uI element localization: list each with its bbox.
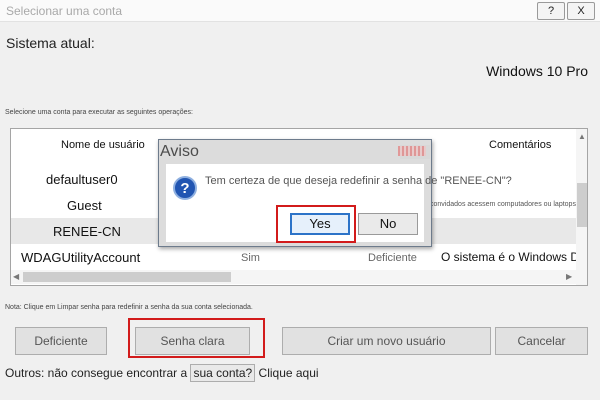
click-here-link[interactable]: Clique aqui (259, 366, 319, 380)
system-label: Sistema atual: (6, 35, 95, 51)
title-bar: Selecionar uma conta ? X (0, 0, 600, 22)
row-username: WDAGUtilityAccount (21, 250, 141, 265)
dialog-message: Tem certeza de que deseja redefinir a se… (205, 175, 512, 187)
row-comment: O sistema é o Windows De... (441, 250, 588, 264)
window-title: Selecionar uma conta (6, 4, 123, 18)
create-user-button[interactable]: Criar um novo usuário (282, 327, 491, 355)
row-username: RENEE-CN (53, 224, 121, 239)
scroll-left-icon[interactable]: ◀ (13, 272, 19, 281)
row-username: defaultuser0 (46, 172, 118, 187)
no-button[interactable]: No (358, 213, 418, 235)
scroll-right-icon[interactable]: ▶ (566, 272, 572, 281)
note-text: Nota: Clique em Limpar senha para redefi… (5, 304, 253, 311)
account-selection-window: Selecionar uma conta ? X Sistema atual: … (0, 0, 600, 400)
column-header-comments[interactable]: Comentários (489, 139, 551, 151)
close-button[interactable]: X (567, 2, 595, 20)
horizontal-scroll-thumb[interactable] (23, 272, 231, 282)
others-row: Outros: não consegue encontrar a sua con… (5, 364, 319, 382)
dialog-title: Aviso (160, 143, 199, 160)
table-row[interactable]: WDAGUtilityAccount Sim Deficiente O sist… (11, 244, 587, 270)
instruction-text: Selecione uma conta para executar as seg… (5, 109, 193, 116)
row-state: Deficiente (368, 252, 417, 264)
row-status: Sim (241, 252, 260, 264)
disable-button[interactable]: Deficiente (15, 327, 107, 355)
scroll-up-icon[interactable]: ▲ (578, 132, 586, 141)
cancel-button[interactable]: Cancelar (495, 327, 588, 355)
title-decoration (398, 146, 426, 156)
highlight-box-clear-password (128, 318, 265, 358)
vertical-scroll-thumb[interactable] (577, 183, 587, 227)
column-header-username[interactable]: Nome de usuário (61, 139, 145, 151)
question-icon: ? (173, 176, 197, 200)
others-text: Outros: não consegue encontrar a (5, 366, 188, 380)
system-value: Windows 10 Pro (486, 63, 588, 79)
highlight-box-yes (276, 205, 356, 243)
find-account-link[interactable]: sua conta? (190, 364, 256, 382)
vertical-scrollbar[interactable]: ▲ (576, 129, 587, 285)
help-button[interactable]: ? (537, 2, 565, 20)
row-username: Guest (67, 198, 102, 213)
horizontal-scrollbar[interactable]: ◀ ▶ (11, 270, 576, 284)
